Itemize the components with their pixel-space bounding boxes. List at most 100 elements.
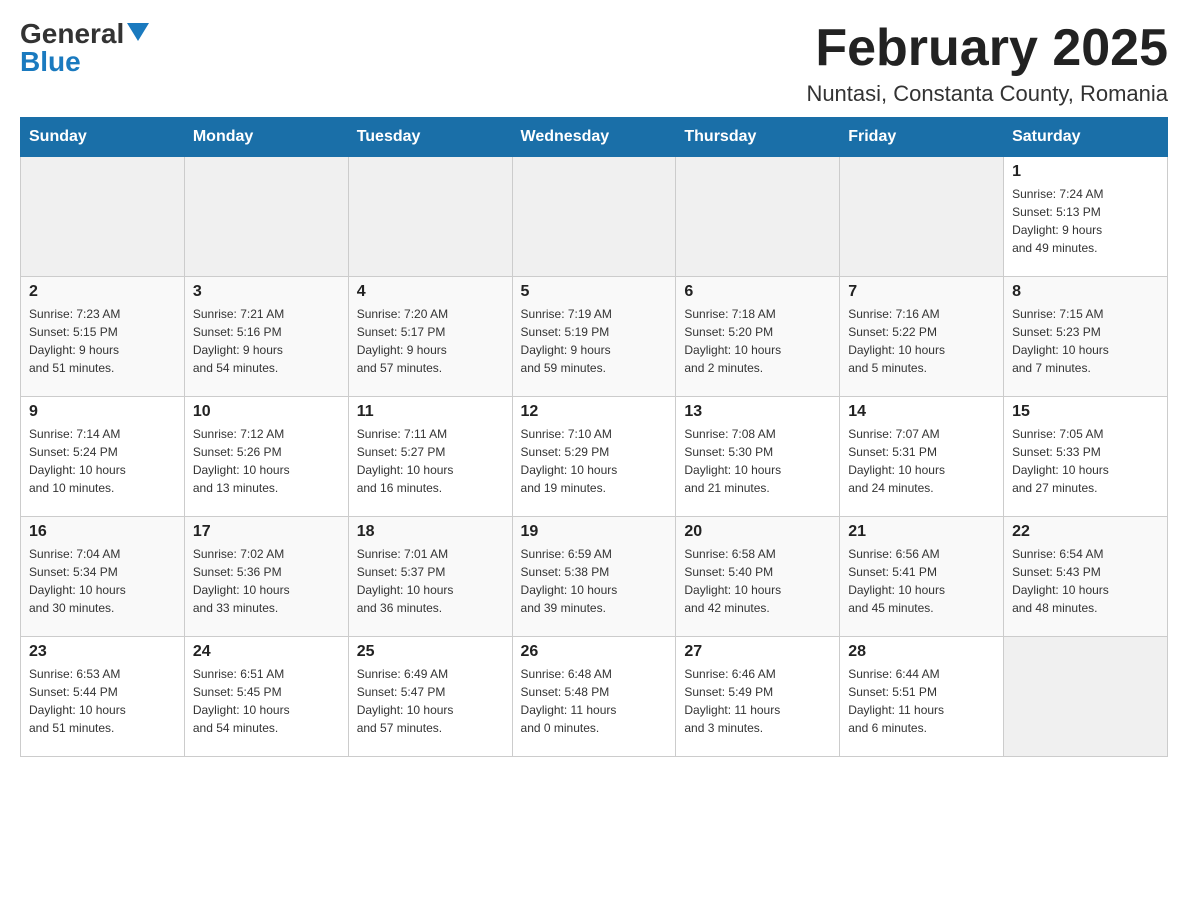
day-info: Sunrise: 7:10 AM Sunset: 5:29 PM Dayligh… [521, 425, 668, 497]
day-number: 17 [193, 523, 340, 541]
calendar-cell: 21 Sunrise: 6:56 AM Sunset: 5:41 PM Dayli… [840, 517, 1004, 637]
col-thursday: Thursday [676, 118, 840, 157]
calendar-cell: 28 Sunrise: 6:44 AM Sunset: 5:51 PM Dayli… [840, 637, 1004, 757]
calendar-cell: 1Sunrise: 7:24 AM Sunset: 5:13 PM Daylig… [1004, 157, 1168, 277]
calendar-cell [21, 157, 185, 277]
day-info: Sunrise: 6:53 AM Sunset: 5:44 PM Dayligh… [29, 665, 176, 737]
col-saturday: Saturday [1004, 118, 1168, 157]
calendar-cell: 9 Sunrise: 7:14 AM Sunset: 5:24 PM Daylig… [21, 397, 185, 517]
calendar-cell [676, 157, 840, 277]
day-number: 7 [848, 283, 995, 301]
col-friday: Friday [840, 118, 1004, 157]
day-info: Sunrise: 6:58 AM Sunset: 5:40 PM Dayligh… [684, 545, 831, 617]
day-info: Sunrise: 7:16 AM Sunset: 5:22 PM Dayligh… [848, 305, 995, 377]
calendar-cell: 14 Sunrise: 7:07 AM Sunset: 5:31 PM Dayli… [840, 397, 1004, 517]
calendar-cell: 16 Sunrise: 7:04 AM Sunset: 5:34 PM Dayli… [21, 517, 185, 637]
calendar-cell: 26 Sunrise: 6:48 AM Sunset: 5:48 PM Dayli… [512, 637, 676, 757]
calendar-week-row: 2Sunrise: 7:23 AM Sunset: 5:15 PM Daylig… [21, 277, 1168, 397]
day-number: 6 [684, 283, 831, 301]
day-number: 11 [357, 403, 504, 421]
day-info: Sunrise: 7:08 AM Sunset: 5:30 PM Dayligh… [684, 425, 831, 497]
logo: General Blue [20, 20, 149, 76]
day-number: 9 [29, 403, 176, 421]
day-number: 25 [357, 643, 504, 661]
calendar-week-row: 9 Sunrise: 7:14 AM Sunset: 5:24 PM Daylig… [21, 397, 1168, 517]
day-info: Sunrise: 6:59 AM Sunset: 5:38 PM Dayligh… [521, 545, 668, 617]
day-info: Sunrise: 7:05 AM Sunset: 5:33 PM Dayligh… [1012, 425, 1159, 497]
calendar-cell: 7 Sunrise: 7:16 AM Sunset: 5:22 PM Daylig… [840, 277, 1004, 397]
day-number: 28 [848, 643, 995, 661]
calendar-cell [512, 157, 676, 277]
calendar-cell: 4Sunrise: 7:20 AM Sunset: 5:17 PM Daylig… [348, 277, 512, 397]
day-number: 24 [193, 643, 340, 661]
day-info: Sunrise: 7:12 AM Sunset: 5:26 PM Dayligh… [193, 425, 340, 497]
calendar-header-row: Sunday Monday Tuesday Wednesday Thursday… [21, 118, 1168, 157]
calendar-cell: 11 Sunrise: 7:11 AM Sunset: 5:27 PM Dayli… [348, 397, 512, 517]
calendar-cell: 6Sunrise: 7:18 AM Sunset: 5:20 PM Daylig… [676, 277, 840, 397]
day-info: Sunrise: 7:15 AM Sunset: 5:23 PM Dayligh… [1012, 305, 1159, 377]
day-number: 20 [684, 523, 831, 541]
col-sunday: Sunday [21, 118, 185, 157]
logo-arrow-icon [124, 27, 149, 41]
day-number: 19 [521, 523, 668, 541]
day-number: 10 [193, 403, 340, 421]
calendar-cell: 18 Sunrise: 7:01 AM Sunset: 5:37 PM Dayli… [348, 517, 512, 637]
day-info: Sunrise: 7:19 AM Sunset: 5:19 PM Dayligh… [521, 305, 668, 377]
col-tuesday: Tuesday [348, 118, 512, 157]
day-number: 1 [1012, 163, 1159, 181]
day-number: 12 [521, 403, 668, 421]
calendar-cell: 8 Sunrise: 7:15 AM Sunset: 5:23 PM Daylig… [1004, 277, 1168, 397]
day-info: Sunrise: 6:56 AM Sunset: 5:41 PM Dayligh… [848, 545, 995, 617]
day-info: Sunrise: 7:01 AM Sunset: 5:37 PM Dayligh… [357, 545, 504, 617]
calendar-cell [840, 157, 1004, 277]
calendar-cell: 10 Sunrise: 7:12 AM Sunset: 5:26 PM Dayli… [184, 397, 348, 517]
day-number: 27 [684, 643, 831, 661]
day-info: Sunrise: 7:11 AM Sunset: 5:27 PM Dayligh… [357, 425, 504, 497]
day-number: 23 [29, 643, 176, 661]
day-number: 21 [848, 523, 995, 541]
calendar-cell: 23 Sunrise: 6:53 AM Sunset: 5:44 PM Dayli… [21, 637, 185, 757]
page-header: General Blue February 2025 Nuntasi, Cons… [20, 20, 1168, 107]
calendar-cell: 3 Sunrise: 7:21 AM Sunset: 5:16 PM Daylig… [184, 277, 348, 397]
day-info: Sunrise: 7:07 AM Sunset: 5:31 PM Dayligh… [848, 425, 995, 497]
day-info: Sunrise: 7:04 AM Sunset: 5:34 PM Dayligh… [29, 545, 176, 617]
calendar-cell: 27 Sunrise: 6:46 AM Sunset: 5:49 PM Dayli… [676, 637, 840, 757]
day-number: 22 [1012, 523, 1159, 541]
day-info: Sunrise: 6:44 AM Sunset: 5:51 PM Dayligh… [848, 665, 995, 737]
day-info: Sunrise: 6:49 AM Sunset: 5:47 PM Dayligh… [357, 665, 504, 737]
day-number: 5 [521, 283, 668, 301]
calendar-cell: 20 Sunrise: 6:58 AM Sunset: 5:40 PM Dayli… [676, 517, 840, 637]
calendar-cell: 24 Sunrise: 6:51 AM Sunset: 5:45 PM Dayli… [184, 637, 348, 757]
calendar-week-row: 23 Sunrise: 6:53 AM Sunset: 5:44 PM Dayli… [21, 637, 1168, 757]
day-info: Sunrise: 6:46 AM Sunset: 5:49 PM Dayligh… [684, 665, 831, 737]
calendar-table: Sunday Monday Tuesday Wednesday Thursday… [20, 117, 1168, 757]
day-info: Sunrise: 7:20 AM Sunset: 5:17 PM Dayligh… [357, 305, 504, 377]
day-info: Sunrise: 6:54 AM Sunset: 5:43 PM Dayligh… [1012, 545, 1159, 617]
calendar-cell [348, 157, 512, 277]
calendar-cell: 5 Sunrise: 7:19 AM Sunset: 5:19 PM Daylig… [512, 277, 676, 397]
calendar-cell: 2Sunrise: 7:23 AM Sunset: 5:15 PM Daylig… [21, 277, 185, 397]
logo-general-text: General [20, 20, 124, 48]
location-title: Nuntasi, Constanta County, Romania [806, 81, 1168, 107]
calendar-cell: 19 Sunrise: 6:59 AM Sunset: 5:38 PM Dayli… [512, 517, 676, 637]
day-number: 14 [848, 403, 995, 421]
day-info: Sunrise: 6:48 AM Sunset: 5:48 PM Dayligh… [521, 665, 668, 737]
calendar-cell: 25 Sunrise: 6:49 AM Sunset: 5:47 PM Dayli… [348, 637, 512, 757]
day-number: 26 [521, 643, 668, 661]
calendar-cell [1004, 637, 1168, 757]
calendar-cell: 13Sunrise: 7:08 AM Sunset: 5:30 PM Dayli… [676, 397, 840, 517]
calendar-cell [184, 157, 348, 277]
calendar-week-row: 1Sunrise: 7:24 AM Sunset: 5:13 PM Daylig… [21, 157, 1168, 277]
day-number: 18 [357, 523, 504, 541]
day-info: Sunrise: 6:51 AM Sunset: 5:45 PM Dayligh… [193, 665, 340, 737]
day-number: 8 [1012, 283, 1159, 301]
month-title: February 2025 [806, 20, 1168, 77]
calendar-cell: 12 Sunrise: 7:10 AM Sunset: 5:29 PM Dayli… [512, 397, 676, 517]
day-number: 3 [193, 283, 340, 301]
day-info: Sunrise: 7:14 AM Sunset: 5:24 PM Dayligh… [29, 425, 176, 497]
day-number: 16 [29, 523, 176, 541]
day-number: 2 [29, 283, 176, 301]
day-info: Sunrise: 7:21 AM Sunset: 5:16 PM Dayligh… [193, 305, 340, 377]
day-info: Sunrise: 7:02 AM Sunset: 5:36 PM Dayligh… [193, 545, 340, 617]
title-block: February 2025 Nuntasi, Constanta County,… [806, 20, 1168, 107]
